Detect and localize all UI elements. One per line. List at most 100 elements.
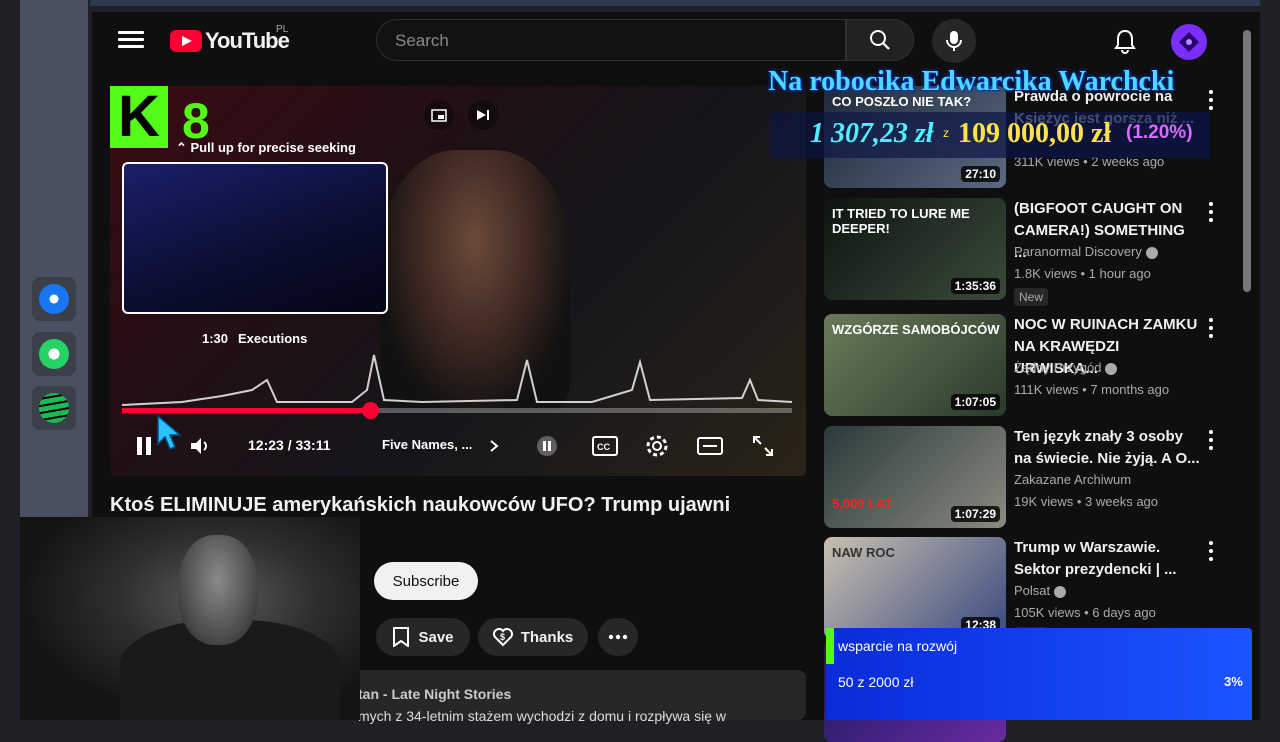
kick-logo [110,86,168,148]
whatsapp-app-icon[interactable] [32,332,76,376]
captions-icon: CC [592,436,618,456]
pause-button[interactable] [132,432,156,460]
more-horizontal-icon [608,634,628,640]
seek-hint: ⌃ Pull up for precise seeking [176,140,356,155]
verified-badge-icon [1105,362,1118,375]
thumbnail-text: WZGÓRZE SAMOBÓJCÓW [832,322,1000,337]
country-code: PL [276,24,289,35]
video-options-icon[interactable] [1206,90,1216,110]
save-label: Save [418,628,454,646]
video-meta: 111K views • 7 months ago [1014,382,1170,397]
voice-search-button[interactable] [932,19,976,63]
channel-name[interactable]: Polsat [1014,583,1067,598]
video-meta: 1.8K views • 1 hour ago [1014,266,1151,281]
settings-button[interactable] [644,432,670,460]
video-thumbnail[interactable]: WZGÓRZE SAMOBÓJCÓW 1:07:05 [824,314,1006,416]
channel-name[interactable]: Paranormal Discovery [1014,244,1158,259]
support-goal-progress [826,628,834,664]
progress-scrubber[interactable] [361,402,379,419]
svg-text:CC: CC [597,442,610,452]
video-options-icon[interactable] [1206,430,1216,450]
more-actions-button[interactable] [598,618,638,656]
thanks-button[interactable]: $ Thanks [478,618,588,656]
video-duration: 1:07:29 [950,506,1000,522]
most-replayed-heatmap [122,354,792,406]
chevron-right-icon [490,439,499,452]
video-thumbnail[interactable]: NAW ROC 12:38 [824,537,1006,639]
channel-name[interactable]: Żądny Przygód [1014,360,1118,375]
theater-mode-button[interactable] [696,432,724,460]
channel-name-text: Zakazane Archiwum [1014,472,1132,487]
description-text: mych z 34-letnim stażem wychodzi z domu … [358,708,727,724]
video-options-icon[interactable] [1206,541,1216,561]
verified-badge-icon [1145,246,1158,259]
video-title: Ktoś ELIMINUJE amerykańskich naukowców U… [110,494,731,516]
new-badge: New [1014,288,1049,306]
channel-name-text: Żądny Przygód [1014,360,1102,375]
volume-icon [191,438,207,454]
video-thumbnail[interactable]: IT TRIED TO LURE ME DEEPER! 1:35:36 [824,198,1006,300]
volume-button[interactable] [186,432,214,460]
theater-icon [697,437,723,455]
video-options-icon[interactable] [1206,202,1216,222]
video-duration: 1:07:05 [950,394,1000,410]
subscribe-button[interactable]: Subscribe [374,562,478,600]
scrollbar[interactable] [1243,30,1251,292]
progress-fill [122,408,370,413]
notifications-button[interactable] [1110,26,1140,56]
autoplay-toggle[interactable] [536,432,558,460]
fullscreen-button[interactable] [750,432,776,460]
donation-goal-amount: 109 000,00 zł [958,118,1112,149]
miniplayer-icon[interactable] [424,100,454,130]
menu-icon[interactable] [118,28,144,54]
save-button[interactable]: Save [376,618,470,656]
search-icon [870,30,890,50]
youtube-logo[interactable]: YouTube PL [170,24,290,54]
search-input[interactable] [393,30,817,52]
bookmark-icon [393,627,410,647]
search-box [376,19,846,61]
youtube-play-icon [170,30,202,52]
video-duration: 1:35:36 [950,278,1000,294]
avatar-icon [1179,32,1199,52]
video-options-icon[interactable] [1206,318,1216,338]
donation-current-amount: 1 307,23 zł [810,118,934,149]
fullscreen-icon [753,436,773,456]
skip-next-icon[interactable] [468,100,499,130]
chapter-button[interactable]: Five Names, ... [382,437,500,452]
account-avatar[interactable] [1171,24,1207,60]
support-goal-label: wsparcie na rozwój [838,638,958,654]
player-top-icons [424,100,508,130]
video-thumbnail[interactable]: 5,000 LAT 1:07:29 [824,426,1006,528]
donation-goal-title: Na robocika Edwarcika Warchcki [768,66,1175,97]
video-meta: 105K views • 6 days ago [1014,605,1156,620]
video-title-link[interactable]: Trump w Warszawie. Sektor prezydencki | … [1014,537,1200,581]
webcam-person-face [178,535,258,645]
messenger-app-icon[interactable] [32,277,76,321]
seek-preview-thumbnail [122,162,388,314]
browser-top-strip [90,0,1260,6]
thanks-label: Thanks [520,628,574,646]
pause-icon [137,437,151,455]
donation-separator: z [943,126,949,140]
channel-name[interactable]: Zakazane Archiwum [1014,472,1131,487]
video-meta: 19K views • 3 weeks ago [1014,494,1159,509]
channel-name-text: Paranormal Discovery [1014,244,1142,259]
microphone-icon [946,31,962,51]
spotify-app-icon[interactable] [32,386,76,430]
time-display: 12:23 / 33:11 [248,437,331,453]
preview-time: 1:30 [202,331,229,346]
thumbnail-text: 5,000 LAT [832,496,893,511]
search-button[interactable] [846,19,914,61]
thumbnail-text: NAW ROC [832,545,895,560]
gear-icon [646,435,668,457]
mouse-cursor-icon [157,414,183,450]
support-goal-percent: 3% [1224,674,1243,689]
channel-name-text: Polsat [1014,583,1051,598]
video-title-link[interactable]: Ten język znały 3 osoby na świecie. Nie … [1014,426,1200,470]
thumbnail-text: IT TRIED TO LURE ME DEEPER! [832,206,970,236]
description-channel: tan - Late Night Stories [358,686,512,702]
video-duration: 27:10 [961,166,1000,182]
verified-badge-icon [1054,585,1067,598]
captions-button[interactable]: CC [592,432,618,460]
